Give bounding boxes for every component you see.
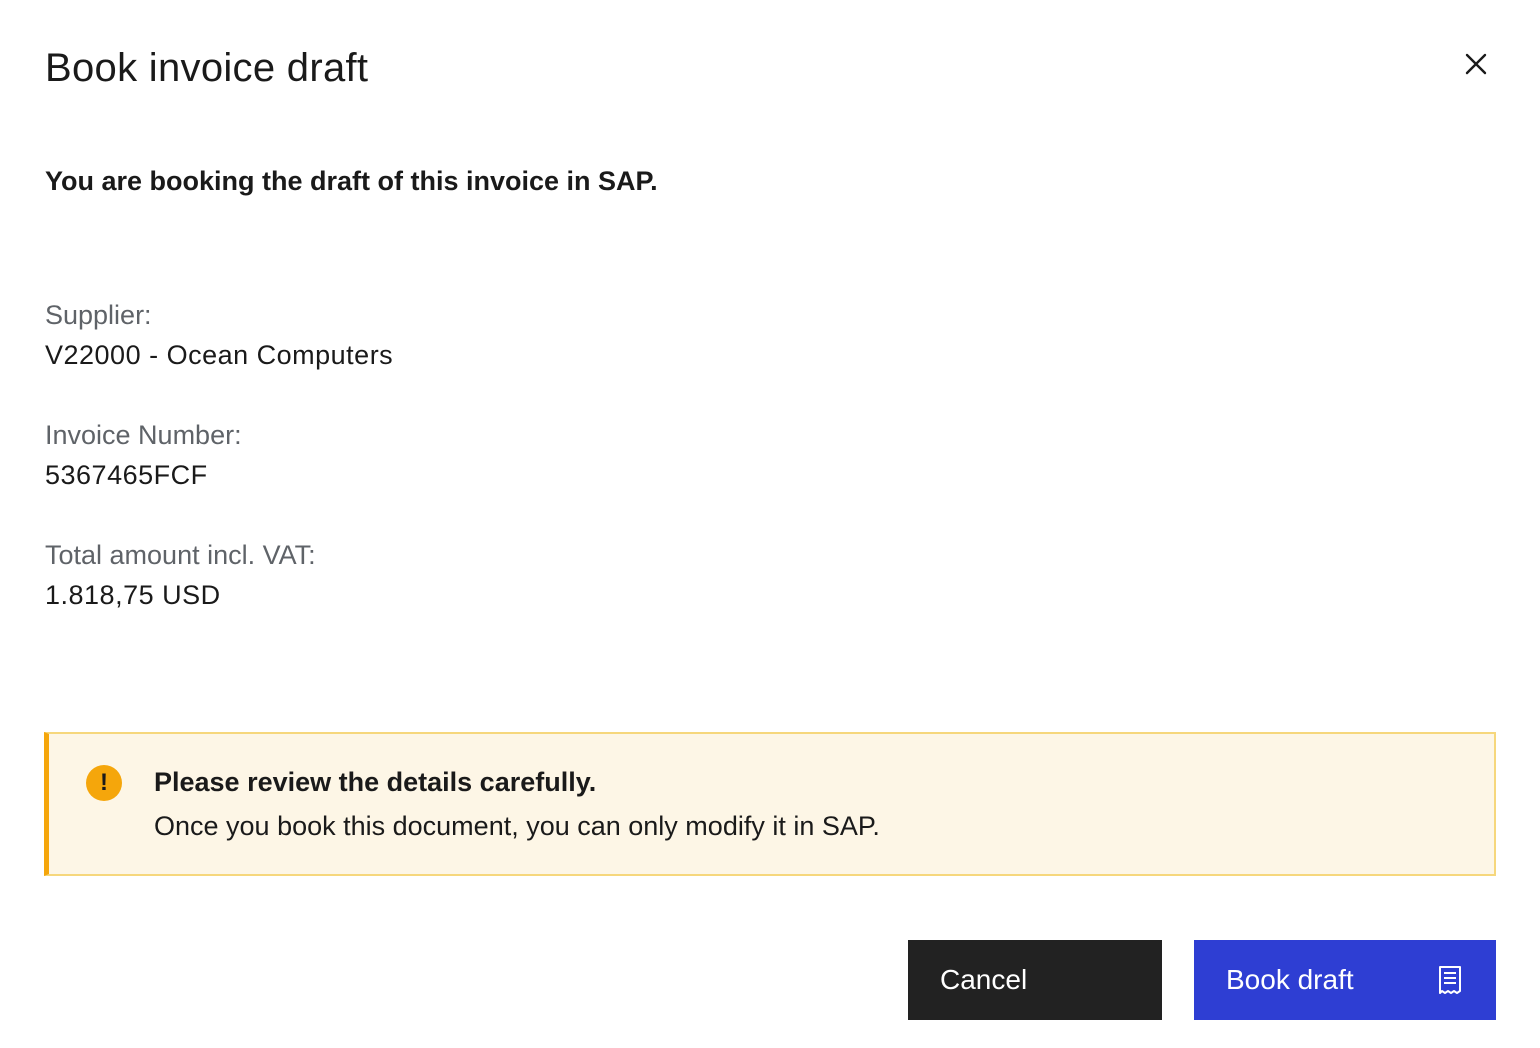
book-draft-button-label: Book draft [1226,964,1354,995]
total-amount-value: 1.818,75 USD [45,580,221,610]
exclamation-icon: ! [86,765,122,801]
warning-text: Once you book this document, you can onl… [154,811,880,841]
total-amount-label: Total amount incl. VAT: [45,540,316,570]
receipt-icon [1438,965,1462,995]
intro-text: You are booking the draft of this invoic… [45,166,658,196]
supplier-label: Supplier: [45,300,152,330]
invoice-number-value: 5367465FCF [45,460,208,490]
supplier-value: V22000 - Ocean Computers [45,340,394,370]
invoice-number-label: Invoice Number: [45,420,242,450]
warning-title: Please review the details carefully. [154,767,597,797]
dialog-title: Book invoice draft [45,46,369,90]
book-invoice-dialog: Book invoice draft You are booking the d… [0,0,1540,1048]
warning-banner: ! Please review the details carefully. O… [44,732,1496,876]
book-draft-button[interactable]: Book draft [1194,940,1496,1020]
cancel-button[interactable]: Cancel [908,940,1162,1020]
cancel-button-label: Cancel [940,964,1028,995]
close-icon [1465,53,1487,75]
close-button[interactable] [1456,44,1496,84]
